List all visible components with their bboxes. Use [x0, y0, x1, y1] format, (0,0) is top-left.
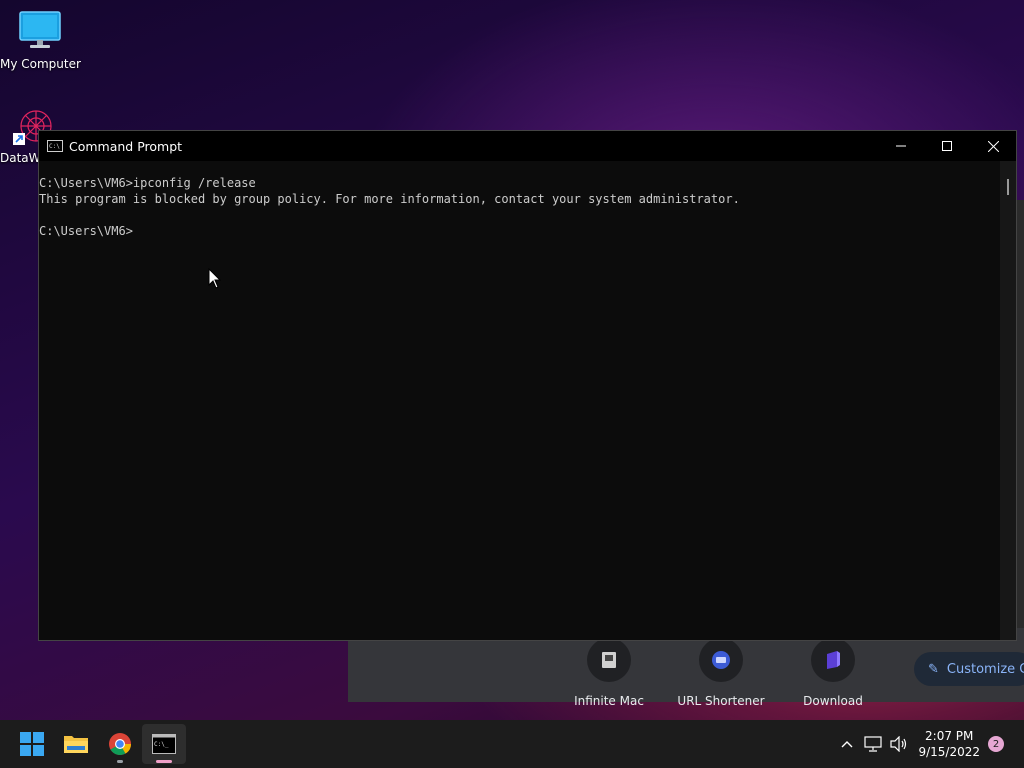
taskbar-command-prompt[interactable]: C:\_: [142, 724, 186, 764]
console-line: This program is blocked by group policy.…: [39, 192, 740, 206]
chrome-icon: [109, 733, 131, 755]
maximize-button[interactable]: [924, 131, 970, 161]
monitor-icon: [19, 11, 61, 48]
download-icon: [827, 651, 840, 669]
network-icon: [864, 736, 883, 752]
minimize-button[interactable]: [878, 131, 924, 161]
active-indicator: [156, 760, 172, 763]
show-hidden-icons-button[interactable]: [834, 740, 860, 748]
taskbar: C:\_ 2:07 PM 9/15/2022 2: [0, 720, 1024, 768]
console-line: C:\Users\VM6>ipconfig /release: [39, 176, 256, 190]
scrollbar-thumb[interactable]: [1007, 179, 1009, 195]
network-button[interactable]: [860, 736, 886, 752]
desktop-icon-label: My Computer: [0, 57, 81, 71]
windows-icon: [20, 732, 44, 756]
start-button[interactable]: [10, 724, 54, 764]
shortcut-url-shortener[interactable]: URL Shortener: [666, 638, 776, 708]
customize-button[interactable]: ✎ Customize C: [914, 652, 1024, 686]
window-title: Command Prompt: [69, 138, 183, 154]
scrollbar[interactable]: [1000, 161, 1016, 640]
cmd-app-icon: C:\: [47, 140, 63, 152]
clock-time: 2:07 PM: [925, 729, 974, 743]
system-tray: 2:07 PM 9/15/2022 2: [834, 720, 1024, 768]
svg-text:C:\_: C:\_: [154, 741, 169, 748]
minimize-icon: [896, 145, 906, 147]
clock-date: 9/15/2022: [918, 745, 980, 759]
shortcut-label: Infinite Mac: [574, 694, 644, 708]
console-prompt[interactable]: C:\Users\VM6>: [39, 223, 998, 239]
taskbar-file-explorer[interactable]: [54, 724, 98, 764]
close-icon: [987, 140, 999, 152]
notification-badge[interactable]: 2: [988, 736, 1004, 752]
clock[interactable]: 2:07 PM 9/15/2022: [918, 728, 980, 760]
chevron-up-icon: [841, 741, 853, 748]
shortcut-download[interactable]: Download: [778, 638, 888, 708]
app-icon: [602, 652, 616, 668]
desktop-icon-my-computer[interactable]: My Computer: [0, 10, 81, 71]
background-window-edge: [1016, 200, 1024, 640]
desktop-icon-label: DataW: [0, 151, 41, 165]
maximize-icon: [942, 141, 952, 151]
link-icon: [712, 651, 730, 669]
desktop-icon-datawrapper[interactable]: DataW: [0, 106, 52, 165]
customize-label: Customize C: [946, 661, 1024, 677]
pencil-icon: ✎: [928, 661, 939, 677]
shortcut-label: URL Shortener: [677, 694, 765, 708]
folder-icon: [64, 736, 88, 753]
title-bar[interactable]: C:\ Command Prompt: [39, 131, 1016, 161]
speaker-icon: [890, 736, 907, 752]
shortcut-infinite-mac[interactable]: Infinite Mac: [554, 638, 664, 708]
running-indicator: [117, 760, 123, 763]
close-button[interactable]: [970, 131, 1016, 161]
volume-button[interactable]: [886, 736, 912, 752]
mouse-cursor-icon: [208, 268, 222, 289]
taskbar-chrome[interactable]: [98, 724, 142, 764]
command-prompt-window[interactable]: C:\ Command Prompt C:\Users\VM6>ipconfig…: [38, 130, 1017, 641]
console-output[interactable]: C:\Users\VM6>ipconfig /release This progr…: [39, 175, 998, 239]
terminal-icon: C:\_: [152, 734, 176, 754]
shortcut-label: Download: [803, 694, 863, 708]
